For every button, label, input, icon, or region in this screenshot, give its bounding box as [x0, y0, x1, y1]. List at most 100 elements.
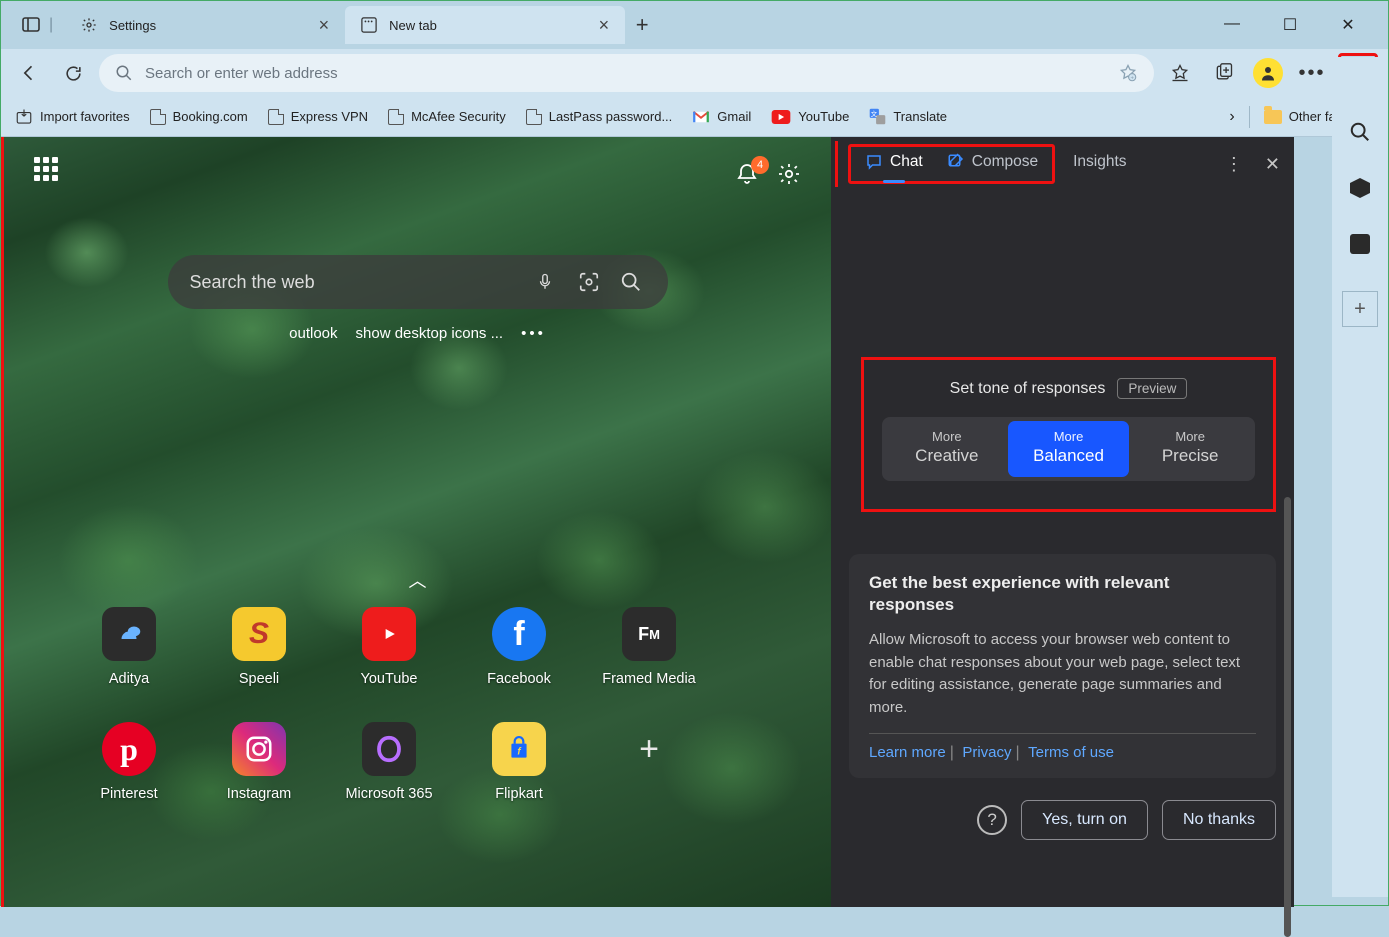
address-placeholder: Search or enter web address	[145, 65, 338, 82]
rail-search-button[interactable]	[1347, 119, 1373, 145]
favorites-overflow-button[interactable]: ›	[1229, 108, 1234, 126]
privacy-link[interactable]: Privacy	[962, 744, 1011, 761]
tone-precise[interactable]: MorePrecise	[1129, 421, 1251, 477]
tile-instagram[interactable]: Instagram	[194, 722, 324, 837]
rail-tools-button[interactable]	[1347, 175, 1373, 201]
window-controls: — ☐ ✕	[1212, 15, 1380, 35]
address-bar[interactable]: Search or enter web address +	[99, 54, 1154, 92]
panel-close-button[interactable]: ✕	[1265, 154, 1280, 175]
tab-label: New tab	[389, 18, 437, 33]
svg-text:文: 文	[871, 109, 878, 118]
page-icon	[268, 109, 284, 125]
chat-icon	[865, 153, 883, 171]
back-button[interactable]	[11, 55, 47, 91]
avatar	[1253, 58, 1283, 88]
import-favorites-button[interactable]: Import favorites	[15, 108, 130, 126]
rail-item-button[interactable]	[1347, 231, 1373, 257]
collections-button[interactable]	[1206, 55, 1242, 91]
apps-grid-button[interactable]	[34, 157, 68, 191]
page-settings-button[interactable]	[777, 162, 801, 186]
notification-badge: 4	[751, 156, 769, 174]
terms-link[interactable]: Terms of use	[1028, 744, 1114, 761]
preview-badge: Preview	[1117, 378, 1187, 399]
expand-chevron-icon[interactable]: ︿	[409, 567, 427, 593]
favorite-booking[interactable]: Booking.com	[150, 109, 248, 125]
favorite-gmail[interactable]: Gmail	[692, 109, 751, 124]
tile-flipkart[interactable]: fFlipkart	[454, 722, 584, 837]
maximize-button[interactable]: ☐	[1270, 15, 1310, 35]
favorite-mcafee[interactable]: McAfee Security	[388, 109, 506, 125]
gmail-icon	[692, 110, 710, 124]
sidebar-rail: +	[1332, 57, 1388, 897]
tile-facebook[interactable]: fFacebook	[454, 607, 584, 722]
panel-tab-compose[interactable]: Compose	[947, 153, 1038, 175]
tone-balanced[interactable]: MoreBalanced	[1008, 421, 1130, 477]
youtube-icon	[771, 110, 791, 124]
tile-speeli[interactable]: SSpeeli	[194, 607, 324, 722]
profile-button[interactable]	[1250, 55, 1286, 91]
folder-icon	[1264, 110, 1282, 124]
tab-settings[interactable]: Settings ×	[65, 6, 345, 44]
page-icon	[526, 109, 542, 125]
visual-search-icon[interactable]	[578, 271, 604, 293]
favorite-expressvpn[interactable]: Express VPN	[268, 109, 368, 125]
tone-creative[interactable]: MoreCreative	[886, 421, 1008, 477]
add-tile-button[interactable]: +	[584, 722, 714, 837]
close-icon[interactable]: ×	[319, 15, 330, 36]
star-add-icon[interactable]: +	[1118, 63, 1138, 83]
translate-icon: 文	[869, 108, 886, 125]
close-window-button[interactable]: ✕	[1328, 15, 1368, 35]
page-icon	[388, 109, 404, 125]
favorite-translate[interactable]: 文 Translate	[869, 108, 947, 125]
tone-selector: Set tone of responses Preview MoreCreati…	[861, 357, 1276, 512]
learn-more-link[interactable]: Learn more	[869, 744, 946, 761]
tab-actions-icon[interactable]	[21, 15, 41, 35]
card-title: Get the best experience with relevant re…	[869, 572, 1256, 618]
search-icon	[115, 64, 133, 82]
tile-framed[interactable]: FMFramed Media	[584, 607, 714, 722]
new-tab-button[interactable]: +	[625, 8, 659, 42]
tab-newtab[interactable]: New tab ×	[345, 6, 625, 44]
compose-icon	[947, 153, 965, 171]
more-suggestions[interactable]: •••	[521, 325, 546, 342]
tab-label: Settings	[109, 18, 156, 33]
rail-add-button[interactable]: +	[1342, 291, 1378, 327]
panel-scrollbar[interactable]	[1284, 497, 1291, 937]
new-tab-page: 4 Search the web outlook show desktop ic…	[1, 137, 831, 907]
favorite-youtube[interactable]: YouTube	[771, 109, 849, 124]
suggestion[interactable]: outlook	[289, 325, 337, 342]
web-search-input[interactable]: Search the web	[168, 255, 668, 309]
panel-more-button[interactable]: ⋮	[1225, 154, 1243, 175]
card-body: Allow Microsoft to access your browser w…	[869, 629, 1256, 719]
more-button[interactable]: •••	[1294, 55, 1330, 91]
suggestion[interactable]: show desktop icons ...	[356, 325, 504, 342]
svg-text:+: +	[1130, 76, 1134, 82]
panel-tab-chat[interactable]: Chat	[865, 153, 923, 175]
favorites-button[interactable]	[1162, 55, 1198, 91]
quick-links-grid: Aditya SSpeeli YouTube fFacebook FMFrame…	[64, 607, 714, 837]
tile-aditya[interactable]: Aditya	[64, 607, 194, 722]
favorite-lastpass[interactable]: LastPass password...	[526, 109, 673, 125]
tone-title: Set tone of responses	[950, 380, 1106, 398]
help-button[interactable]: ?	[977, 805, 1007, 835]
gear-icon	[79, 15, 99, 35]
search-suggestions: outlook show desktop icons ... •••	[289, 325, 546, 342]
notifications-button[interactable]: 4	[735, 162, 759, 186]
close-icon[interactable]: ×	[599, 15, 610, 36]
yes-button[interactable]: Yes, turn on	[1021, 800, 1148, 840]
minimize-button[interactable]: —	[1212, 15, 1252, 35]
panel-tab-insights[interactable]: Insights	[1073, 153, 1126, 175]
tile-m365[interactable]: Microsoft 365	[324, 722, 454, 837]
consent-card: Get the best experience with relevant re…	[849, 554, 1276, 779]
mic-icon[interactable]	[536, 271, 562, 293]
favorites-bar: Import favorites Booking.com Express VPN…	[1, 97, 1388, 137]
toolbar: Search or enter web address + •••	[1, 49, 1388, 97]
page-icon	[150, 109, 166, 125]
refresh-button[interactable]	[55, 55, 91, 91]
page-icon	[359, 15, 379, 35]
tile-pinterest[interactable]: pPinterest	[64, 722, 194, 837]
no-button[interactable]: No thanks	[1162, 800, 1276, 840]
search-icon[interactable]	[620, 271, 646, 293]
tile-youtube[interactable]: YouTube	[324, 607, 454, 722]
search-placeholder: Search the web	[190, 272, 520, 293]
